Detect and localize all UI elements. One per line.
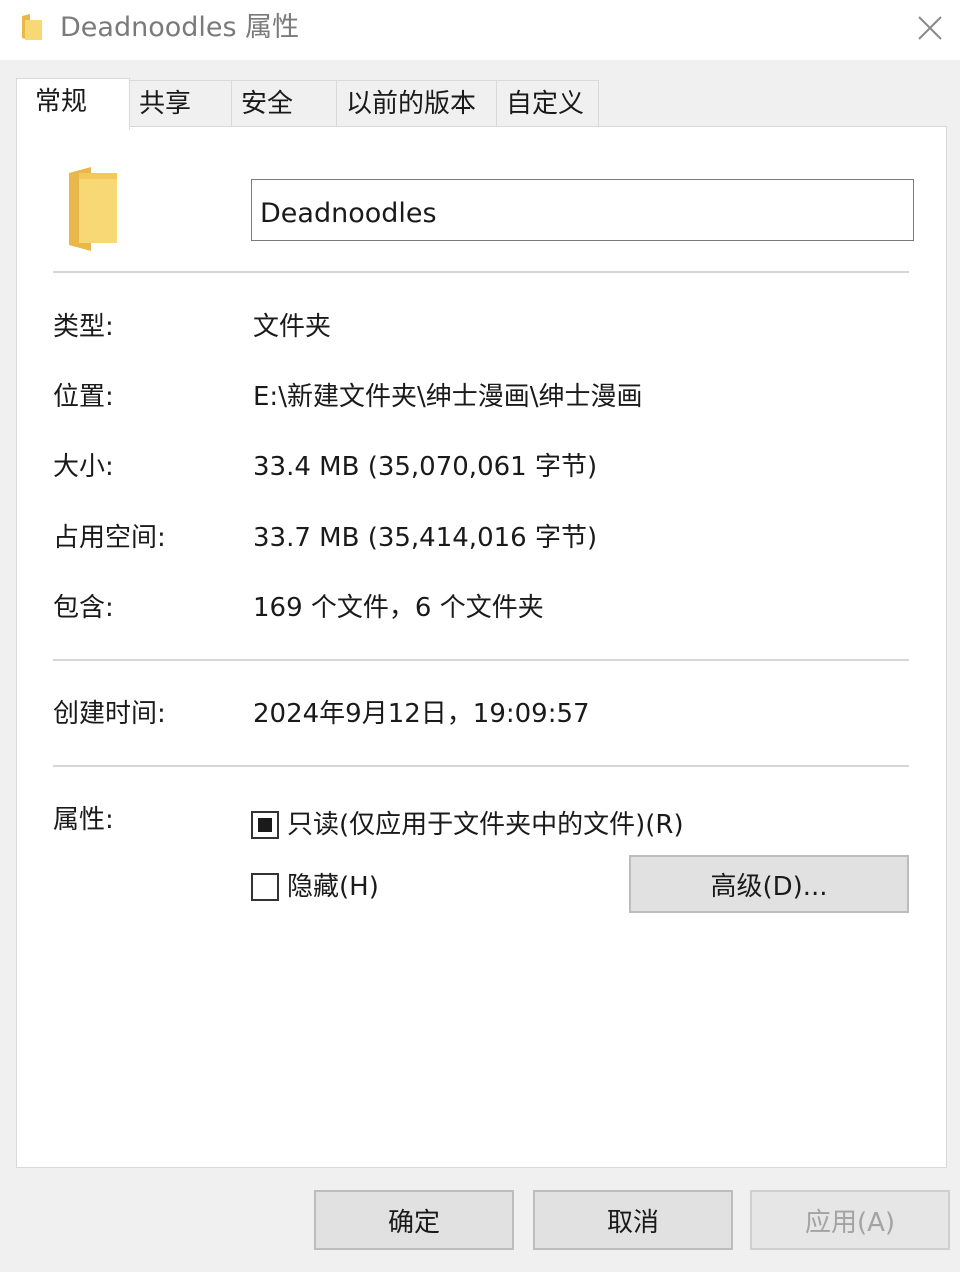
close-icon bbox=[918, 16, 942, 40]
folder-name-input[interactable] bbox=[251, 179, 914, 241]
size-label: 大小: bbox=[53, 452, 114, 482]
location-label: 位置: bbox=[53, 382, 114, 412]
contains-label: 包含: bbox=[53, 593, 114, 623]
ok-button[interactable]: 确定 bbox=[314, 1190, 514, 1250]
separator bbox=[53, 271, 909, 273]
apply-button[interactable]: 应用(A) bbox=[750, 1190, 950, 1250]
readonly-checkbox-row[interactable]: 只读(仅应用于文件夹中的文件)(R) bbox=[251, 807, 684, 843]
folder-icon bbox=[22, 14, 42, 40]
created-value: 2024年9月12日，19:09:57 bbox=[253, 699, 590, 729]
separator bbox=[53, 659, 909, 661]
title-bar: Deadnoodles 属性 bbox=[0, 0, 960, 60]
size-on-disk-value: 33.7 MB (35,414,016 字节) bbox=[253, 523, 598, 553]
location-value: E:\新建文件夹\绅士漫画\绅士漫画 bbox=[253, 382, 643, 412]
attributes-label: 属性: bbox=[53, 805, 114, 835]
cancel-button[interactable]: 取消 bbox=[533, 1190, 733, 1250]
general-panel: 类型: 文件夹 位置: E:\新建文件夹\绅士漫画\绅士漫画 大小: 33.4 … bbox=[16, 126, 947, 1168]
hidden-checkbox[interactable] bbox=[251, 873, 279, 901]
window-title: Deadnoodles 属性 bbox=[60, 12, 300, 43]
size-value: 33.4 MB (35,070,061 字节) bbox=[253, 452, 598, 482]
tab-sharing[interactable]: 共享 bbox=[129, 80, 232, 127]
close-button[interactable] bbox=[900, 0, 960, 56]
folder-icon bbox=[69, 167, 117, 251]
tab-strip: 常规 共享 安全 以前的版本 自定义 bbox=[0, 60, 960, 130]
size-on-disk-label: 占用空间: bbox=[53, 523, 166, 553]
hidden-checkbox-row[interactable]: 隐藏(H) bbox=[251, 869, 379, 905]
tab-general[interactable]: 常规 bbox=[16, 78, 130, 130]
advanced-button[interactable]: 高级(D)... bbox=[629, 855, 909, 913]
tab-previous-versions[interactable]: 以前的版本 bbox=[336, 80, 497, 127]
separator bbox=[53, 765, 909, 767]
contains-value: 169 个文件，6 个文件夹 bbox=[253, 593, 544, 623]
created-label: 创建时间: bbox=[53, 699, 166, 729]
readonly-label: 只读(仅应用于文件夹中的文件)(R) bbox=[287, 810, 684, 840]
hidden-label: 隐藏(H) bbox=[287, 872, 379, 902]
type-value: 文件夹 bbox=[253, 312, 332, 342]
type-label: 类型: bbox=[53, 312, 114, 342]
indeterminate-mark bbox=[258, 818, 272, 832]
tab-customize[interactable]: 自定义 bbox=[496, 80, 599, 127]
tab-security[interactable]: 安全 bbox=[231, 80, 337, 127]
readonly-checkbox[interactable] bbox=[251, 811, 279, 839]
